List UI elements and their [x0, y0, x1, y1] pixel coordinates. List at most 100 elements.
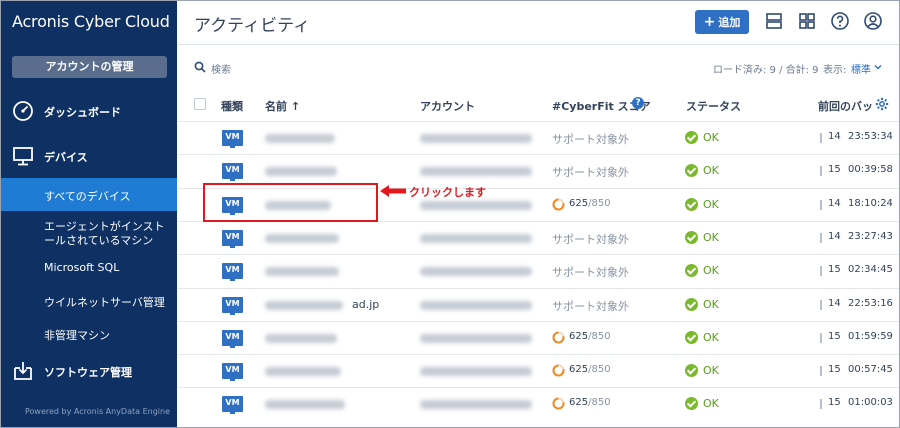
page-title: アクティビティ — [194, 16, 311, 36]
dashboard-gauge-icon — [13, 101, 33, 121]
status-text: OK — [703, 264, 719, 278]
device-name-redacted[interactable] — [265, 333, 337, 343]
status-text: OK — [703, 131, 719, 144]
status-ok-icon — [685, 397, 698, 411]
cyberfit-score-value: 625 — [569, 364, 589, 376]
table-row[interactable]: VM サポート対象外 OK 15 02:34:45 — [178, 254, 899, 287]
last-backup-day: 15 — [828, 164, 841, 176]
sidebar-item-software-management[interactable]: ソフトウェア管理 — [1, 356, 177, 386]
vm-type-icon: VM — [222, 229, 243, 248]
vm-type-icon: VM — [222, 329, 243, 348]
add-button[interactable]: + 追加 — [695, 10, 749, 34]
account-name-redacted — [420, 400, 532, 410]
plus-icon: + — [703, 14, 716, 30]
sidebar-item-devices[interactable]: デバイス — [1, 141, 177, 171]
column-header-account[interactable]: アカウント — [420, 98, 475, 114]
search-icon[interactable] — [194, 61, 206, 73]
gear-icon[interactable] — [875, 97, 889, 111]
brand-logo-text: Acronis Cyber Cloud — [12, 12, 170, 31]
status-ok-icon — [685, 297, 698, 311]
last-backup-time: 23:53:34 — [848, 131, 893, 142]
last-backup-time: 01:00:03 — [848, 397, 893, 409]
cyberfit-score: 625/850 — [569, 397, 611, 408]
sidebar-item-label: デバイス — [44, 151, 88, 164]
sidebar-subitem-server-management[interactable]: ウイルネットサーバ管理 — [1, 284, 177, 317]
status-ok-icon — [685, 197, 698, 211]
device-name-redacted[interactable] — [265, 134, 335, 143]
powered-by-footer: Powered by Acronis AnyData Engine — [25, 407, 170, 416]
table-row[interactable]: VM 625/850 OK 15 00:57:45 — [178, 354, 899, 387]
backup-indicator — [820, 199, 822, 210]
last-backup-day: 15 — [828, 364, 841, 376]
device-name-redacted[interactable] — [265, 167, 337, 177]
vm-type-label: VM — [225, 331, 240, 341]
status-ok-icon — [685, 131, 698, 144]
column-header-name[interactable]: 名前 ↑ — [265, 98, 300, 114]
cyberfit-help-icon[interactable]: ? — [632, 97, 644, 109]
help-icon[interactable] — [830, 11, 850, 31]
sidebar-subitem-microsoft-sql[interactable]: Microsoft SQL — [1, 251, 177, 284]
backup-indicator — [820, 166, 822, 177]
cyberfit-score-value: 625 — [569, 330, 589, 342]
display-mode-label: 表示: — [823, 65, 847, 76]
backup-indicator — [820, 299, 822, 310]
display-mode-select[interactable]: 標準 — [851, 61, 871, 76]
device-name-redacted[interactable] — [265, 267, 339, 277]
cyberfit-score: 625/850 — [569, 364, 611, 375]
account-name-redacted — [420, 300, 532, 310]
list-view-icon[interactable] — [764, 11, 784, 31]
cyberfit-score-ring-icon — [552, 331, 565, 344]
select-all-checkbox[interactable] — [194, 98, 206, 110]
sidebar-subitem-agent-machines[interactable]: エージェントがインスト ールされているマシン — [1, 211, 177, 251]
table-row[interactable]: VM ad.jp サポート対象外 OK 14 22:53:16 — [178, 287, 899, 321]
sidebar-item-label: ソフトウェア管理 — [44, 366, 132, 379]
account-management-button[interactable]: アカウントの管理 — [12, 56, 167, 78]
sidebar-subitem-all-devices[interactable]: すべてのデバイス — [1, 178, 177, 211]
account-name-redacted — [420, 367, 532, 377]
vm-type-label: VM — [225, 165, 240, 175]
last-backup-time: 22:53:16 — [848, 297, 893, 309]
last-backup-time: 02:34:45 — [848, 264, 893, 276]
status-text: OK — [703, 164, 719, 178]
chevron-down-icon[interactable] — [874, 63, 882, 71]
status-ok-icon — [685, 330, 698, 344]
grid-view-icon[interactable] — [797, 11, 817, 31]
last-backup-time: 18:10:24 — [848, 197, 893, 209]
column-header-type[interactable]: 種類 — [221, 98, 243, 114]
device-name-redacted[interactable] — [265, 367, 341, 377]
highlight-box — [203, 183, 378, 222]
status-ok-icon — [685, 230, 698, 244]
sidebar-item-dashboard[interactable]: ダッシュボード — [1, 96, 177, 126]
account-name-redacted — [420, 200, 532, 210]
search-input[interactable]: 検索 — [211, 61, 231, 76]
vm-type-label: VM — [225, 132, 240, 141]
vm-type-icon: VM — [222, 163, 243, 182]
vm-type-label: VM — [225, 298, 240, 308]
table-row[interactable]: VM 625/850 OK 15 01:59:59 — [178, 320, 899, 354]
user-icon[interactable] — [863, 11, 883, 31]
account-name-redacted — [420, 134, 532, 143]
vm-type-icon: VM — [222, 263, 243, 282]
last-backup-day: 14 — [828, 197, 841, 209]
status-text: OK — [703, 297, 719, 311]
cyberfit-score-value: 625 — [569, 197, 589, 209]
sidebar-item-label: ダッシュボード — [44, 106, 121, 119]
device-name-suffix[interactable]: ad.jp — [352, 298, 379, 311]
device-name-redacted[interactable] — [265, 233, 339, 243]
table-row[interactable]: VM 625/850 OK 15 01:00:03 — [178, 387, 899, 420]
cyberfit-score-max: /850 — [588, 197, 611, 209]
device-name-redacted[interactable] — [265, 300, 343, 310]
device-name-redacted[interactable] — [265, 400, 345, 410]
cyberfit-unsupported: サポート対象外 — [552, 166, 629, 180]
last-backup-day: 15 — [828, 264, 841, 276]
cyberfit-score-ring-icon — [552, 198, 565, 211]
column-header-status[interactable]: ステータス — [686, 98, 741, 114]
cyberfit-unsupported: サポート対象外 — [552, 266, 629, 280]
cyberfit-unsupported: サポート対象外 — [552, 232, 629, 246]
monitor-icon — [13, 147, 33, 166]
column-header-last-backup[interactable]: 前回のバッ — [818, 98, 873, 114]
sidebar-subitem-unmanaged-machines[interactable]: 非管理マシン — [1, 317, 177, 350]
cyberfit-score-max: /850 — [588, 397, 611, 409]
table-row[interactable]: VM サポート対象外 OK 14 23:27:43 — [178, 220, 899, 254]
table-row[interactable]: VM サポート対象外 OK 14 23:53:34 — [178, 121, 899, 154]
